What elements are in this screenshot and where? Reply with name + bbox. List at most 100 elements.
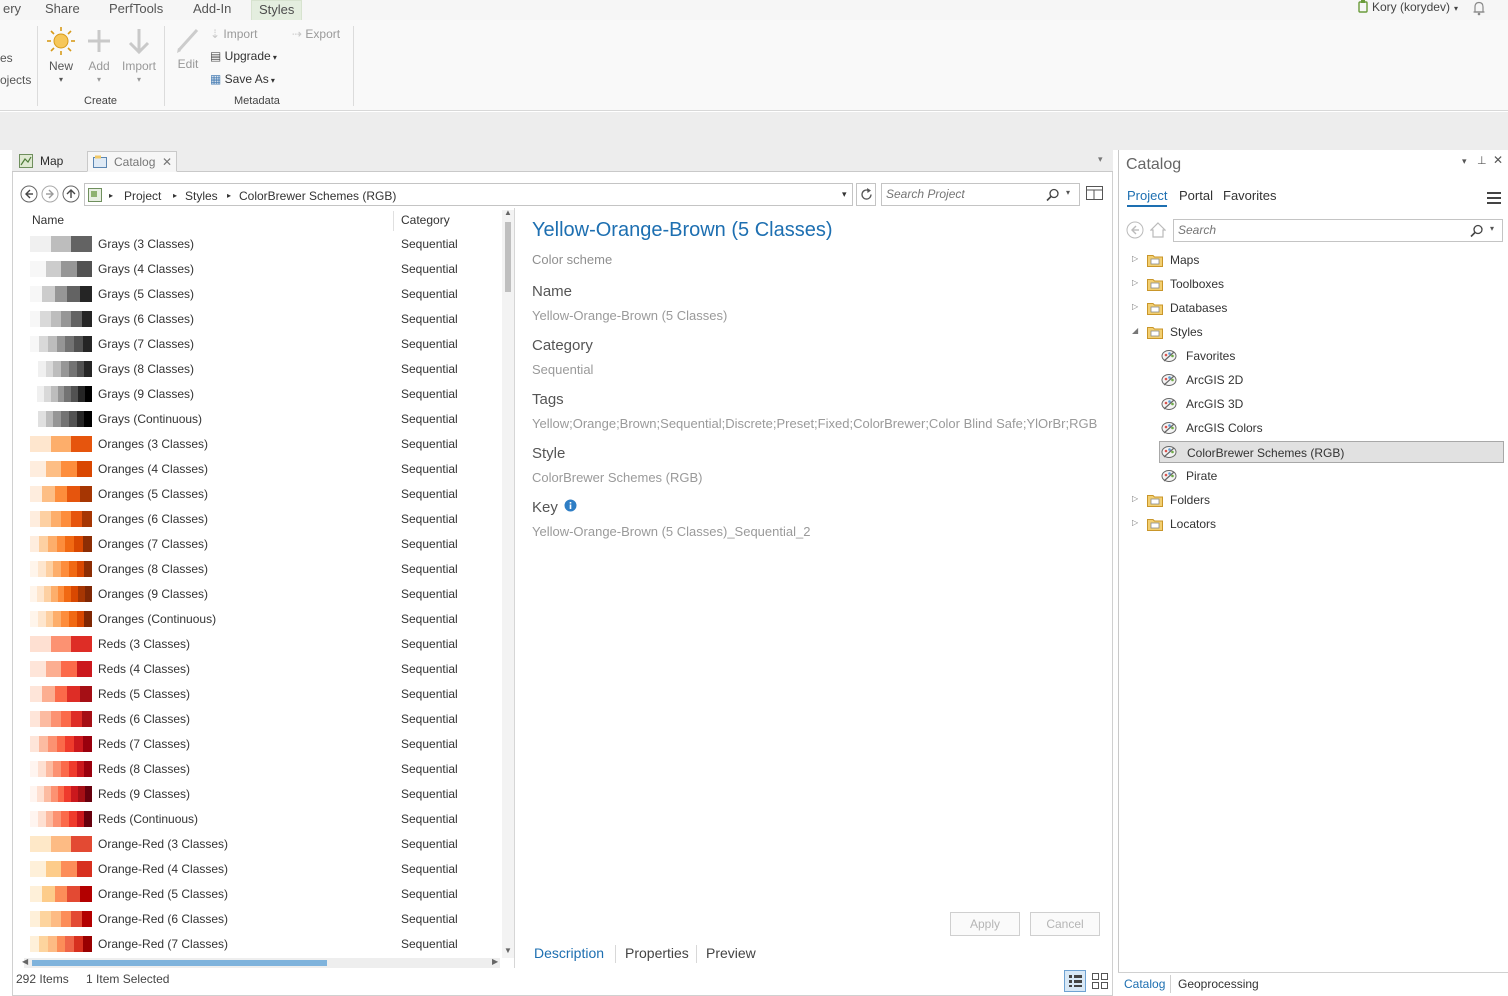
scroll-up-arrow[interactable]: ▲ [504, 208, 512, 217]
home-icon[interactable] [1150, 222, 1166, 238]
tab-properties[interactable]: Properties [625, 945, 689, 961]
new-button[interactable]: New ▾ [43, 26, 79, 87]
list-item[interactable]: Reds (5 Classes) Sequential [24, 682, 500, 707]
tree-item[interactable]: ColorBrewer Schemes (RGB) [1159, 441, 1504, 463]
vertical-scroll-thumb[interactable] [505, 222, 511, 292]
tab-catalog-pane[interactable]: Catalog [1124, 977, 1165, 991]
upgrade-button[interactable]: ▤ Upgrade ▾ [210, 48, 277, 66]
list-item[interactable]: Reds (4 Classes) Sequential [24, 657, 500, 682]
ribbon-tab-styles[interactable]: Styles [251, 0, 303, 20]
import-button[interactable]: Import ▾ [119, 26, 159, 87]
tree-item[interactable]: ArcGIS Colors [1159, 417, 1459, 439]
list-item[interactable]: Orange-Red (4 Classes) Sequential [24, 857, 500, 882]
catalog-search-input[interactable] [1178, 223, 1438, 237]
tree-item[interactable]: Maps [1151, 249, 1451, 271]
search-icon[interactable] [1046, 188, 1060, 202]
tab-map[interactable]: Map [14, 151, 84, 172]
list-item[interactable]: Reds (9 Classes) Sequential [24, 782, 500, 807]
list-item[interactable]: Grays (5 Classes) Sequential [24, 282, 500, 307]
list-item[interactable]: Orange-Red (7 Classes) Sequential [24, 932, 500, 957]
back-icon[interactable] [20, 185, 38, 203]
metadata-import-button[interactable]: ⇣ Import [210, 26, 257, 42]
scroll-left-arrow[interactable]: ◀ [22, 957, 28, 966]
tab-description[interactable]: Description [534, 945, 604, 961]
tree-item[interactable]: Pirate [1159, 465, 1459, 487]
menu-icon[interactable] [1487, 192, 1501, 204]
column-header-category[interactable]: Category [401, 213, 450, 227]
tree-item[interactable]: Folders [1151, 489, 1451, 511]
list-item[interactable]: Orange-Red (3 Classes) Sequential [24, 832, 500, 857]
list-item[interactable]: Oranges (3 Classes) Sequential [24, 432, 500, 457]
user-account[interactable]: Kory (korydev) ▾ [1358, 0, 1458, 16]
list-item[interactable]: Reds (3 Classes) Sequential [24, 632, 500, 657]
tree-item[interactable]: Toolboxes [1151, 273, 1451, 295]
up-icon[interactable] [62, 185, 80, 203]
cancel-button[interactable]: Cancel [1030, 912, 1100, 936]
list-item[interactable]: Grays (7 Classes) Sequential [24, 332, 500, 357]
list-item[interactable]: Reds (Continuous) Sequential [24, 807, 500, 832]
edit-button[interactable]: Edit [172, 26, 204, 71]
close-icon[interactable]: ✕ [162, 152, 172, 172]
breadcrumb-item[interactable]: ColorBrewer Schemes (RGB) [239, 189, 396, 203]
tab-geoprocessing[interactable]: Geoprocessing [1178, 977, 1259, 991]
notification-bell-icon[interactable] [1472, 1, 1486, 16]
list-item[interactable]: Oranges (8 Classes) Sequential [24, 557, 500, 582]
ribbon-tab-gallery[interactable]: ery [0, 0, 28, 20]
list-item[interactable]: Oranges (5 Classes) Sequential [24, 482, 500, 507]
back-icon[interactable] [1126, 221, 1144, 239]
tab-preview[interactable]: Preview [706, 945, 756, 961]
tree-item[interactable]: Styles [1151, 321, 1451, 343]
scroll-down-arrow[interactable]: ▼ [504, 946, 512, 955]
list-item[interactable]: Oranges (7 Classes) Sequential [24, 532, 500, 557]
chevron-down-icon[interactable]: ▾ [1462, 156, 1467, 167]
info-icon[interactable] [564, 499, 577, 512]
forward-icon[interactable] [41, 185, 59, 203]
tab-portal[interactable]: Portal [1179, 188, 1213, 203]
list-item[interactable]: Orange-Red (6 Classes) Sequential [24, 907, 500, 932]
refresh-button[interactable] [856, 183, 876, 206]
list-item[interactable]: Oranges (Continuous) Sequential [24, 607, 500, 632]
details-panel-icon[interactable] [1086, 186, 1104, 201]
tree-item[interactable]: Favorites [1159, 345, 1459, 367]
tab-catalog[interactable]: Catalog ✕ [87, 151, 177, 172]
list-item[interactable]: Oranges (9 Classes) Sequential [24, 582, 500, 607]
tree-item[interactable]: ArcGIS 2D [1159, 369, 1459, 391]
expand-closed-icon[interactable]: ▷ [1132, 278, 1138, 287]
ribbon-tab-perftools[interactable]: PerfTools [102, 0, 170, 20]
tree-item[interactable]: ArcGIS 3D [1159, 393, 1459, 415]
add-button[interactable]: Add ▾ [84, 26, 114, 87]
list-item[interactable]: Grays (4 Classes) Sequential [24, 257, 500, 282]
list-view-icon[interactable] [1064, 970, 1086, 992]
expand-closed-icon[interactable]: ▷ [1132, 518, 1138, 527]
expand-open-icon[interactable]: ◢ [1132, 326, 1138, 335]
list-item[interactable]: Grays (3 Classes) Sequential [24, 232, 500, 257]
search-icon[interactable] [1470, 224, 1484, 238]
save-as-button[interactable]: ▦ Save As ▾ [210, 71, 275, 89]
horizontal-scroll-thumb[interactable] [32, 960, 327, 966]
chevron-down-icon[interactable]: ▾ [1098, 154, 1103, 165]
tab-favorites[interactable]: Favorites [1223, 188, 1276, 203]
list-item[interactable]: Reds (8 Classes) Sequential [24, 757, 500, 782]
breadcrumb-item[interactable]: Project [124, 189, 161, 203]
ribbon-tab-share[interactable]: Share [38, 0, 87, 20]
list-item[interactable]: Oranges (6 Classes) Sequential [24, 507, 500, 532]
apply-button[interactable]: Apply [950, 912, 1020, 936]
search-project-input[interactable] [886, 187, 1036, 201]
list-item[interactable]: Grays (8 Classes) Sequential [24, 357, 500, 382]
expand-closed-icon[interactable]: ▷ [1132, 302, 1138, 311]
metadata-export-button[interactable]: ⇢ Export [292, 26, 340, 42]
expand-closed-icon[interactable]: ▷ [1132, 254, 1138, 263]
list-item[interactable]: Grays (Continuous) Sequential [24, 407, 500, 432]
scroll-right-arrow[interactable]: ▶ [492, 957, 498, 966]
list-item[interactable]: Oranges (4 Classes) Sequential [24, 457, 500, 482]
ribbon-tab-add-in[interactable]: Add-In [186, 0, 238, 20]
list-item[interactable]: Reds (6 Classes) Sequential [24, 707, 500, 732]
breadcrumb-item[interactable]: Styles [185, 189, 218, 203]
list-item[interactable]: Grays (6 Classes) Sequential [24, 307, 500, 332]
tree-item[interactable]: Locators [1151, 513, 1451, 535]
column-header-name[interactable]: Name [32, 213, 64, 227]
pin-icon[interactable]: ⊥ [1477, 154, 1487, 167]
tab-project[interactable]: Project [1127, 188, 1168, 207]
chevron-down-icon[interactable]: ▾ [1490, 224, 1494, 233]
tree-item[interactable]: Databases [1151, 297, 1451, 319]
